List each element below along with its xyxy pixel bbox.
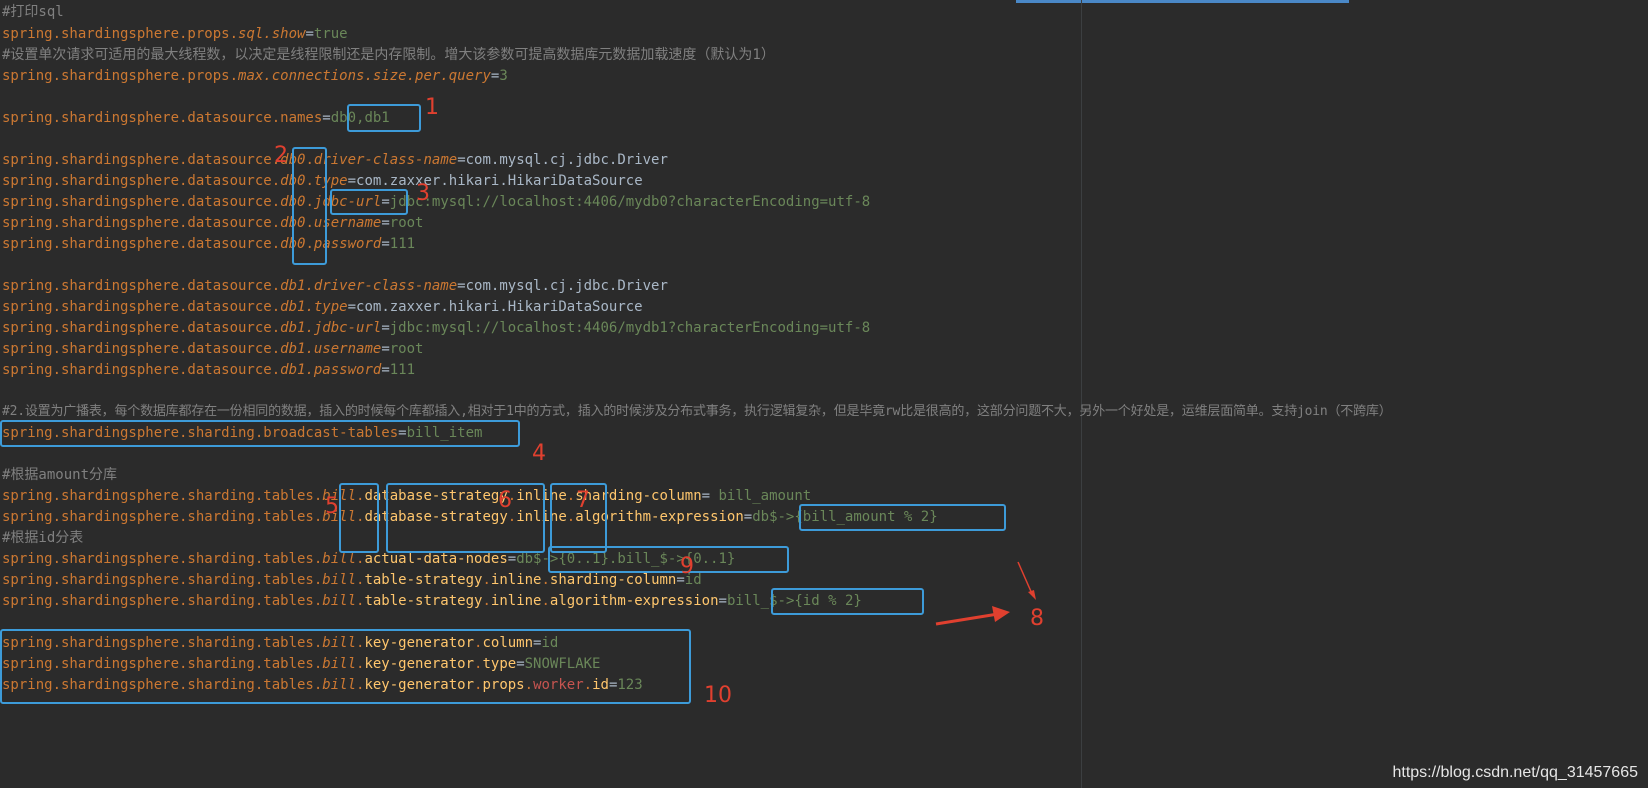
highlight-box-4 bbox=[0, 420, 520, 447]
property-key-italic: db1.driver-class-name bbox=[280, 278, 458, 294]
property-key-italic: max.connections.size.per.query bbox=[238, 68, 491, 84]
highlight-box-8b bbox=[771, 588, 924, 615]
property-key: spring.shardingsphere.datasource. bbox=[2, 173, 281, 189]
annotation-number: 8 bbox=[1030, 606, 1044, 631]
highlight-box-5 bbox=[339, 483, 379, 553]
property-key-strong: actual-data-nodes bbox=[364, 551, 508, 567]
property-value: com.zaxxer.hikari.HikariDataSource bbox=[356, 173, 643, 189]
code-line[interactable]: spring.shardingsphere.sharding.tables.bi… bbox=[2, 590, 862, 612]
highlight-box-6 bbox=[386, 483, 545, 553]
property-key: spring.shardingsphere.datasource. bbox=[2, 320, 281, 336]
highlight-box-9 bbox=[548, 546, 789, 573]
arrow-line-left bbox=[935, 612, 999, 626]
annotation-number: 10 bbox=[704, 683, 732, 708]
annotation-number: 2 bbox=[274, 143, 288, 168]
property-key: spring.shardingsphere.datasource. bbox=[2, 194, 281, 210]
code-line[interactable]: spring.shardingsphere.datasource.db0.dri… bbox=[2, 149, 668, 171]
property-key-italic: sql.show bbox=[238, 26, 306, 42]
code-line[interactable]: spring.shardingsphere.datasource.db1.use… bbox=[2, 338, 423, 360]
right-margin-guide bbox=[1081, 0, 1082, 788]
annotation-number: 5 bbox=[325, 494, 339, 519]
property-key: spring.shardingsphere.sharding.tables. bbox=[2, 593, 323, 609]
property-key: spring.shardingsphere.datasource. bbox=[2, 362, 281, 378]
annotation-number: 3 bbox=[416, 181, 430, 206]
watermark: https://blog.csdn.net/qq_31457665 bbox=[1392, 764, 1638, 781]
property-key-italic: db1.username bbox=[280, 341, 382, 357]
property-key: spring.shardingsphere.props. bbox=[2, 26, 239, 42]
highlight-box-1 bbox=[347, 104, 421, 132]
property-key-strong: algorithm-expression bbox=[549, 593, 719, 609]
property-key-strong: sharding-column bbox=[549, 572, 677, 588]
annotation-number: 9 bbox=[680, 554, 694, 579]
code-line[interactable]: spring.shardingsphere.datasource.db1.dri… bbox=[2, 275, 668, 297]
property-key-strong: inline bbox=[490, 572, 542, 588]
property-value: root bbox=[389, 215, 424, 231]
property-key-italic: bill bbox=[322, 593, 357, 609]
property-value: true bbox=[313, 26, 348, 42]
property-value: com.mysql.cj.jdbc.Driver bbox=[465, 278, 668, 294]
code-line[interactable]: spring.shardingsphere.props.sql.show=tru… bbox=[2, 23, 348, 45]
code-line-comment[interactable]: #根据amount分库 bbox=[2, 464, 117, 486]
property-value: com.mysql.cj.jdbc.Driver bbox=[465, 152, 668, 168]
property-key-strong: table-strategy bbox=[364, 593, 483, 609]
property-value: 3 bbox=[499, 68, 508, 84]
property-key: . bbox=[541, 572, 550, 588]
highlight-box-10 bbox=[0, 629, 691, 704]
property-key: . bbox=[482, 593, 491, 609]
annotation-number: 1 bbox=[425, 95, 439, 120]
active-tab-indicator bbox=[1016, 0, 1349, 3]
code-line-comment[interactable]: #打印sql bbox=[2, 1, 64, 23]
property-key-italic: db1.jdbc-url bbox=[280, 320, 382, 336]
property-value: jdbc:mysql://localhost:4406/mydb1?charac… bbox=[389, 320, 871, 336]
property-key: . bbox=[482, 572, 491, 588]
code-line[interactable]: spring.shardingsphere.datasource.db1.pas… bbox=[2, 359, 415, 381]
arrow-head-up bbox=[1028, 590, 1036, 600]
property-key: spring.shardingsphere.datasource. bbox=[2, 299, 281, 315]
code-line[interactable]: spring.shardingsphere.props.max.connecti… bbox=[2, 65, 508, 87]
property-key: spring.shardingsphere.sharding.tables. bbox=[2, 509, 323, 525]
property-key: spring.shardingsphere.props. bbox=[2, 68, 239, 84]
property-key: spring.shardingsphere.datasource. bbox=[2, 215, 281, 231]
property-key: spring.shardingsphere.sharding.tables. bbox=[2, 488, 323, 504]
code-line[interactable]: spring.shardingsphere.datasource.db0.jdb… bbox=[2, 191, 870, 213]
property-key-strong: inline bbox=[490, 593, 542, 609]
property-value: jdbc:mysql://localhost:4406/mydb0?charac… bbox=[389, 194, 871, 210]
property-key: spring.shardingsphere.datasource. bbox=[2, 278, 281, 294]
property-value: bill_amount bbox=[710, 488, 812, 504]
code-line[interactable]: spring.shardingsphere.datasource.db0.pas… bbox=[2, 233, 415, 255]
highlight-box-8a bbox=[799, 504, 1006, 531]
property-key-italic: driver-class-name bbox=[313, 152, 458, 168]
property-key: spring.shardingsphere.sharding.tables. bbox=[2, 551, 323, 567]
property-key: spring.shardingsphere.datasource. bbox=[2, 236, 281, 252]
property-key-italic: bill bbox=[322, 572, 357, 588]
arrow-head-left bbox=[992, 606, 1010, 622]
property-value: 111 bbox=[389, 362, 416, 378]
property-key-italic: db1.password bbox=[280, 362, 382, 378]
property-key: spring.shardingsphere.datasource. bbox=[2, 341, 281, 357]
property-key-italic: db1.type bbox=[280, 299, 348, 315]
annotation-number: 4 bbox=[532, 441, 546, 466]
annotation-number: 6 bbox=[498, 488, 512, 513]
arrow-line-up bbox=[1017, 561, 1034, 597]
highlight-box-2 bbox=[292, 147, 327, 265]
code-line-comment[interactable]: #设置单次请求可适用的最大线程数，以决定是线程限制还是内存限制。增大该参数可提高… bbox=[2, 44, 775, 66]
property-key: spring.shardingsphere.datasource.names bbox=[2, 110, 323, 126]
property-key: spring.shardingsphere.datasource. bbox=[2, 152, 281, 168]
property-value: root bbox=[389, 341, 424, 357]
code-line[interactable]: spring.shardingsphere.datasource.db1.jdb… bbox=[2, 317, 870, 339]
annotation-number: 7 bbox=[576, 488, 590, 513]
code-editor[interactable]: #打印sql spring.shardingsphere.props.sql.s… bbox=[0, 0, 1648, 788]
property-key-italic: bill bbox=[322, 551, 357, 567]
highlight-box-3 bbox=[330, 189, 408, 215]
code-line-comment[interactable]: #根据id分表 bbox=[2, 527, 83, 549]
code-line[interactable]: spring.shardingsphere.datasource.names=d… bbox=[2, 107, 390, 129]
property-value: com.zaxxer.hikari.HikariDataSource bbox=[356, 299, 643, 315]
property-key-strong: table-strategy bbox=[364, 572, 483, 588]
code-line[interactable]: spring.shardingsphere.datasource.db0.use… bbox=[2, 212, 423, 234]
property-key: . bbox=[541, 593, 550, 609]
property-key: spring.shardingsphere.sharding.tables. bbox=[2, 572, 323, 588]
code-line[interactable]: spring.shardingsphere.datasource.db1.typ… bbox=[2, 296, 643, 318]
property-value: 111 bbox=[389, 236, 416, 252]
